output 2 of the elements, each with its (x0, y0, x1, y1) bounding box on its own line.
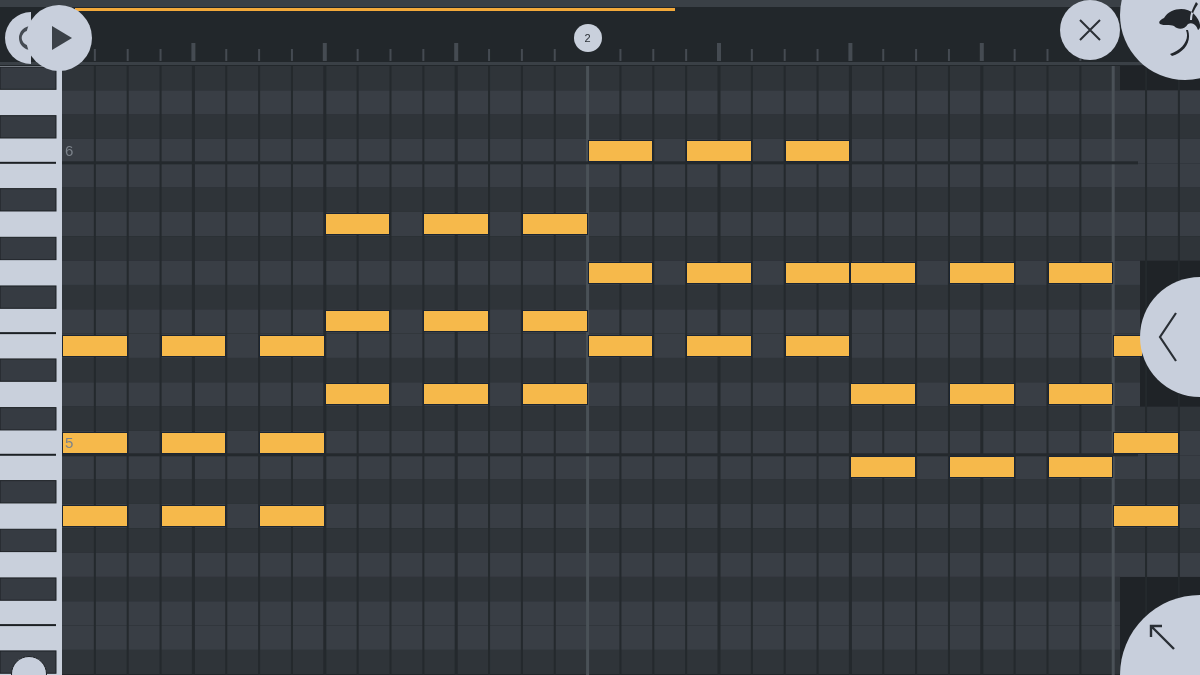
octave-label: 6 (65, 142, 74, 160)
octave-label: 5 (65, 433, 74, 452)
